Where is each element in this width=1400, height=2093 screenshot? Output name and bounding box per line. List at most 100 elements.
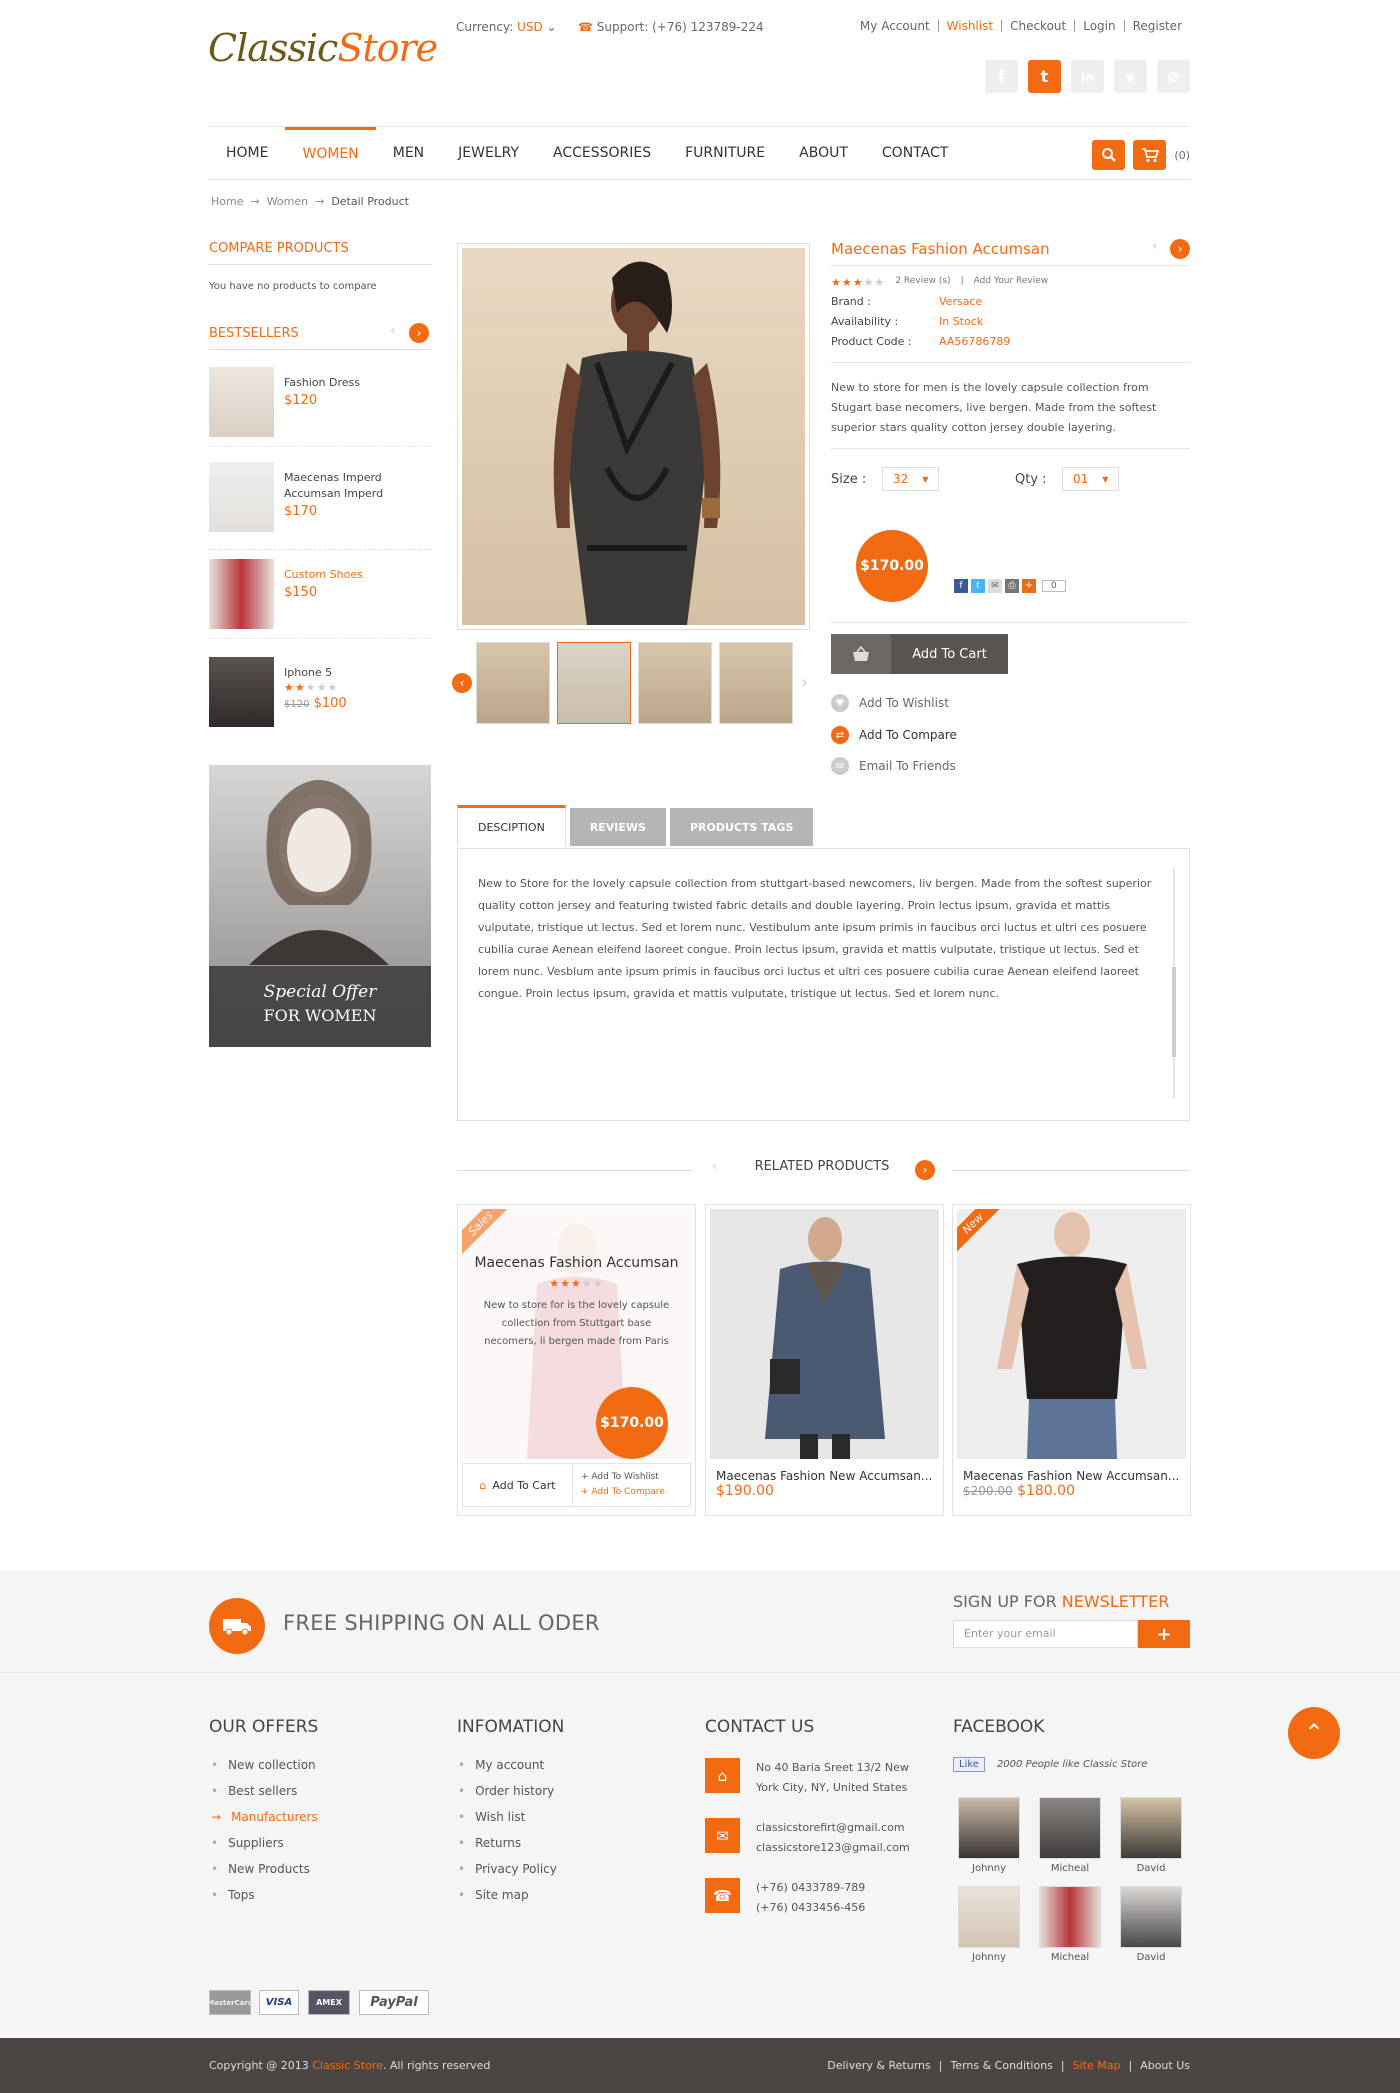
thumbnail[interactable] [476, 642, 550, 724]
item-name[interactable]: Custom Shoes [284, 567, 363, 583]
list-item[interactable]: Iphone 5 ★★★★★ $120 $100 [209, 657, 431, 737]
related-add-to-cart[interactable]: ⌂ Add To Cart [463, 1464, 573, 1506]
add-share-icon[interactable]: + [1022, 579, 1036, 593]
related-product-image[interactable]: Sales Maecenas Fashion Accumsan ★★★★★ Ne… [462, 1209, 691, 1459]
login-link[interactable]: Login [1074, 20, 1123, 32]
fan-item[interactable]: David [1120, 1886, 1182, 1963]
related-product-card[interactable]: New Maecenas Fashion New Accumsan... $20… [952, 1204, 1191, 1516]
thumbnail[interactable] [719, 642, 793, 724]
search-icon[interactable] [1092, 140, 1126, 170]
email-share-icon[interactable]: ✉ [988, 579, 1002, 593]
nav-accessories[interactable]: ACCESSORIES [536, 127, 668, 179]
fan-item[interactable]: Johnny [958, 1886, 1020, 1963]
product-thumbnail[interactable] [209, 367, 274, 437]
crumb-women[interactable]: Women [267, 195, 308, 208]
my-account-link[interactable]: My Account [852, 20, 938, 32]
related-add-wishlist[interactable]: + Add To Wishlist [581, 1470, 690, 1485]
rss-icon[interactable]: ◉ [1114, 60, 1147, 93]
footer-link[interactable]: Tops [211, 1882, 318, 1908]
qty-select[interactable]: 01 ▼ [1062, 467, 1120, 491]
thumbnail[interactable] [557, 642, 631, 724]
footer-link[interactable]: Order history [458, 1778, 557, 1804]
sitemap-link[interactable]: Site Map [1065, 2059, 1129, 2072]
related-product-image[interactable] [710, 1209, 939, 1459]
brand-value[interactable]: Versace [939, 292, 982, 312]
item-name[interactable]: Iphone 5 [284, 665, 347, 681]
product-thumbnail[interactable] [209, 559, 274, 629]
footer-link[interactable]: Privacy Policy [458, 1856, 557, 1882]
nav-men[interactable]: MEN [376, 127, 441, 179]
related-name[interactable]: Maecenas Fashion New Accumsan... [710, 1469, 939, 1483]
about-link[interactable]: About Us [1132, 2059, 1190, 2072]
related-name[interactable]: Maecenas Fashion Accumsan [462, 1255, 691, 1271]
related-name[interactable]: Maecenas Fashion New Accumsan... [957, 1469, 1186, 1483]
delivery-link[interactable]: Delivery & Returns [819, 2059, 938, 2072]
newsletter-submit-button[interactable]: + [1138, 1620, 1190, 1648]
main-product-image[interactable] [457, 243, 810, 630]
crumb-home[interactable]: Home [211, 195, 243, 208]
footer-link[interactable]: Suppliers [211, 1830, 318, 1856]
footer-link[interactable]: Returns [458, 1830, 557, 1856]
nav-furniture[interactable]: FURNITURE [668, 127, 782, 179]
thumb-next-icon[interactable]: › [801, 672, 808, 693]
print-icon[interactable]: ⎙ [1005, 579, 1019, 593]
back-to-top-button[interactable]: ⌃ [1288, 1707, 1340, 1759]
thumbnail[interactable] [638, 642, 712, 724]
email-friends-link[interactable]: ✉ Email To Friends [831, 757, 956, 775]
nav-home[interactable]: HOME [208, 127, 285, 179]
list-item[interactable]: Fashion Dress $120 [209, 367, 431, 447]
product-thumbnail[interactable] [209, 657, 274, 727]
related-next-icon[interactable]: › [915, 1160, 935, 1180]
footer-link[interactable]: Site map [458, 1882, 557, 1908]
related-product-card[interactable]: Maecenas Fashion New Accumsan... $190.00 [705, 1204, 944, 1516]
footer-link[interactable]: Manufacturers [211, 1804, 318, 1830]
fan-item[interactable]: David [1120, 1797, 1182, 1874]
size-select[interactable]: 32 ▼ [882, 467, 940, 491]
terms-link[interactable]: Terns & Conditions [942, 2059, 1060, 2072]
footer-link[interactable]: Best sellers [211, 1778, 318, 1804]
email-line[interactable]: classicstorefirt@gmail.com [756, 1818, 910, 1838]
cart-icon[interactable] [1133, 140, 1167, 170]
register-link[interactable]: Register [1123, 20, 1190, 32]
related-add-compare[interactable]: + Add To Compare [581, 1485, 690, 1500]
related-product-card[interactable]: Sales Maecenas Fashion Accumsan ★★★★★ Ne… [457, 1204, 696, 1516]
next-arrow-icon[interactable]: › [409, 323, 429, 343]
nav-contact[interactable]: CONTACT [865, 127, 965, 179]
product-prev-icon[interactable]: ‹ [1152, 238, 1158, 254]
twitter-share-icon[interactable]: t [971, 579, 985, 593]
nav-jewelry[interactable]: JEWELRY [441, 127, 536, 179]
twitter-icon[interactable]: t [1028, 60, 1061, 93]
add-to-cart-button[interactable]: Add To Cart [831, 634, 1008, 674]
fan-item[interactable]: Johnny [958, 1797, 1020, 1874]
product-thumbnail[interactable] [209, 462, 274, 532]
thumb-prev-icon[interactable]: ‹ [452, 673, 472, 693]
add-to-wishlist-link[interactable]: ♥ Add To Wishlist [831, 694, 949, 712]
fb-like-button[interactable]: Like [953, 1757, 985, 1772]
newsletter-email-input[interactable]: Enter your email [953, 1620, 1138, 1648]
tab-description[interactable]: DESCIPTION [457, 805, 566, 846]
scrollbar-track[interactable] [1172, 867, 1176, 1099]
product-next-icon[interactable]: › [1170, 239, 1190, 259]
item-name[interactable]: Maecenas Imperd Accumsan Imperd [284, 470, 431, 502]
facebook-share-icon[interactable]: f [954, 579, 968, 593]
list-item[interactable]: Maecenas Imperd Accumsan Imperd $170 [209, 462, 431, 550]
nav-about[interactable]: ABOUT [782, 127, 865, 179]
add-to-compare-link[interactable]: ⇄ Add To Compare [831, 726, 957, 744]
footer-link[interactable]: New collection [211, 1752, 318, 1778]
dribbble-icon[interactable]: ⊛ [1157, 60, 1190, 93]
tab-product-tags[interactable]: PRODUCTS TAGS [669, 808, 814, 846]
scrollbar-thumb[interactable] [1172, 967, 1176, 1057]
linkedin-icon[interactable]: in [1071, 60, 1104, 93]
logo[interactable]: ClassicStore [208, 26, 438, 70]
currency-selector[interactable]: Currency: USD ⌄ [456, 20, 557, 34]
wishlist-link[interactable]: Wishlist [937, 20, 1001, 32]
footer-link[interactable]: My account [458, 1752, 557, 1778]
footer-link[interactable]: Wish list [458, 1804, 557, 1830]
fan-item[interactable]: Micheal [1039, 1886, 1101, 1963]
special-offer-banner[interactable]: Special Offer FOR WOMEN [209, 765, 431, 1047]
prev-arrow-icon[interactable]: ‹ [390, 323, 396, 339]
item-name[interactable]: Fashion Dress [284, 375, 360, 391]
related-prev-icon[interactable]: ‹ [712, 1159, 717, 1174]
list-item[interactable]: Custom Shoes $150 [209, 559, 431, 639]
tab-reviews[interactable]: REVIEWS [569, 808, 666, 846]
